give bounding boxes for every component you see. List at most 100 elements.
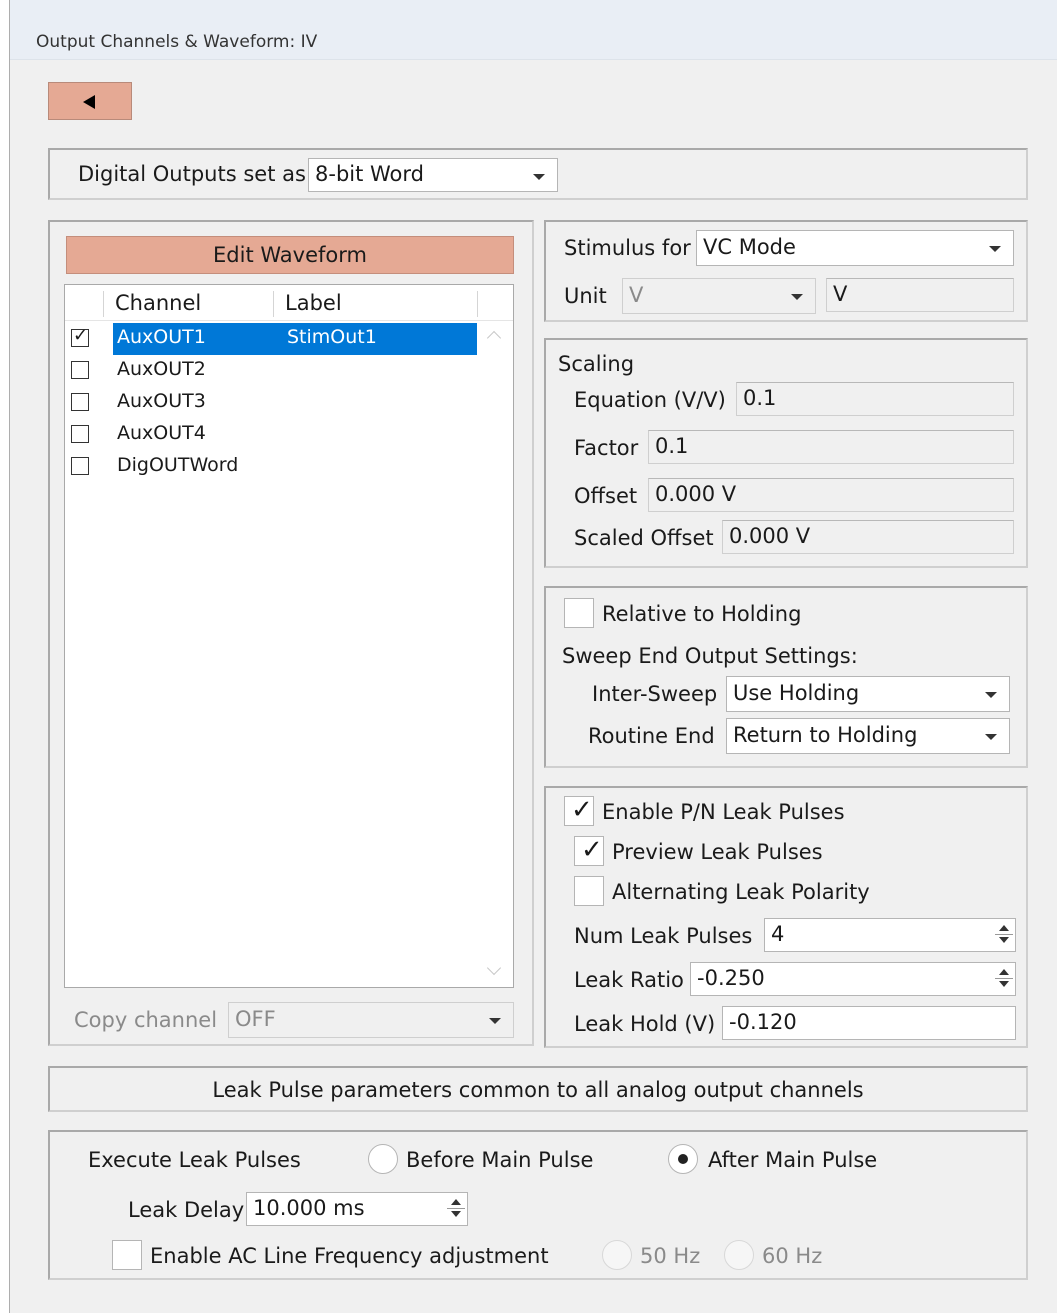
num-leak-pulses-stepper[interactable]: 4 — [764, 918, 1016, 952]
scaled-offset-value: 0.000 V — [729, 524, 811, 548]
channel-row[interactable]: ✓ AuxOUT1 StimOut1 — [65, 323, 477, 355]
channel-label: StimOut1 — [287, 326, 377, 348]
digital-outputs-select[interactable]: 8-bit Word — [308, 158, 558, 192]
scaled-offset-label: Scaled Offset — [574, 526, 714, 550]
radio-selected-dot — [678, 1154, 688, 1164]
after-main-pulse-label: After Main Pulse — [708, 1148, 878, 1172]
channel-row[interactable]: AuxOUT4 — [65, 419, 477, 451]
60hz-label: 60 Hz — [762, 1244, 823, 1268]
offset-label: Offset — [574, 484, 638, 508]
stimulus-select[interactable]: VC Mode — [696, 230, 1014, 266]
channel-row[interactable]: AuxOUT2 — [65, 355, 477, 387]
window-title: Output Channels & Waveform: IV — [36, 32, 318, 52]
unit-label: Unit — [564, 284, 607, 308]
channel-row[interactable]: AuxOUT3 — [65, 387, 477, 419]
execute-leak-panel: Execute Leak Pulses Before Main Pulse Af… — [48, 1130, 1028, 1280]
channel-name: DigOUTWord — [117, 454, 239, 476]
stimulus-label: Stimulus for — [564, 236, 691, 260]
chevron-down-icon — [985, 734, 997, 740]
preview-leak-label: Preview Leak Pulses — [612, 840, 823, 864]
channel-checkbox[interactable] — [71, 425, 89, 443]
preview-leak-checkbox[interactable]: ✓ — [574, 835, 604, 866]
offset-value: 0.000 V — [655, 482, 737, 506]
execute-leak-label: Execute Leak Pulses — [88, 1148, 301, 1172]
leak-ratio-label: Leak Ratio — [574, 968, 684, 992]
channel-checkbox[interactable] — [71, 361, 89, 379]
leak-ratio-stepper[interactable]: -0.250 — [690, 962, 1016, 996]
unit-display-field: V — [826, 278, 1014, 312]
column-header-label[interactable]: Label — [285, 291, 342, 315]
spin-buttons-icon[interactable] — [995, 921, 1013, 949]
60hz-radio[interactable] — [724, 1240, 754, 1270]
stimulus-value: VC Mode — [703, 235, 796, 259]
copy-channel-label: Copy channel — [74, 1008, 218, 1032]
factor-field: 0.1 — [648, 430, 1014, 464]
digital-outputs-panel: Digital Outputs set as 8-bit Word — [48, 148, 1028, 200]
50hz-label: 50 Hz — [640, 1244, 701, 1268]
dialog-window: Output Channels & Waveform: IV Digital O… — [9, 0, 1057, 1313]
alternating-polarity-checkbox[interactable] — [574, 876, 604, 906]
chevron-down-icon — [989, 246, 1001, 252]
edit-waveform-label: Edit Waveform — [213, 243, 367, 267]
leak-pulses-panel: ✓ Enable P/N Leak Pulses ✓ Preview Leak … — [544, 786, 1028, 1048]
equation-label: Equation (V/V) — [574, 388, 726, 412]
channel-checkbox[interactable] — [71, 457, 89, 475]
leak-hold-field[interactable]: -0.120 — [722, 1006, 1016, 1040]
checkmark-icon: ✓ — [581, 835, 603, 865]
alternating-polarity-label: Alternating Leak Polarity — [612, 880, 870, 904]
column-divider — [103, 291, 104, 317]
copy-channel-value: OFF — [235, 1007, 276, 1031]
common-banner-panel: Leak Pulse parameters common to all anal… — [48, 1066, 1028, 1112]
leak-ratio-value: -0.250 — [697, 966, 765, 990]
relative-to-holding-checkbox[interactable] — [564, 598, 594, 628]
channel-checkbox[interactable] — [71, 393, 89, 411]
unit-select[interactable]: V — [622, 278, 816, 314]
chevron-down-icon — [533, 174, 545, 180]
column-header-channel[interactable]: Channel — [115, 291, 201, 315]
channel-list[interactable]: Channel Label ✓ AuxOUT1 StimOut1 AuxOUT2… — [64, 284, 514, 988]
channel-checkbox[interactable]: ✓ — [71, 325, 89, 347]
leak-delay-label: Leak Delay — [128, 1198, 245, 1222]
factor-value: 0.1 — [655, 434, 689, 458]
equation-value: 0.1 — [743, 386, 777, 410]
leak-hold-value: -0.120 — [729, 1010, 797, 1034]
scaled-offset-field: 0.000 V — [722, 520, 1014, 554]
after-main-pulse-radio[interactable] — [668, 1144, 698, 1174]
scroll-up-icon[interactable] — [486, 330, 502, 346]
inter-sweep-select[interactable]: Use Holding — [726, 676, 1010, 712]
inter-sweep-label: Inter-Sweep — [592, 682, 718, 706]
channel-name: AuxOUT1 — [117, 326, 206, 348]
vertical-scrollbar[interactable] — [477, 321, 513, 987]
chevron-down-icon — [489, 1018, 501, 1024]
sweep-end-panel: Relative to Holding Sweep End Output Set… — [544, 586, 1028, 768]
50hz-radio[interactable] — [602, 1240, 632, 1270]
back-button[interactable] — [48, 82, 132, 120]
channel-name: AuxOUT4 — [117, 422, 206, 444]
scroll-down-icon[interactable] — [486, 960, 502, 976]
leak-delay-stepper[interactable]: 10.000 ms — [246, 1192, 468, 1226]
before-main-pulse-radio[interactable] — [368, 1144, 398, 1174]
routine-end-select[interactable]: Return to Holding — [726, 718, 1010, 754]
enable-leak-checkbox[interactable]: ✓ — [564, 795, 594, 826]
channel-list-header: Channel Label — [65, 285, 513, 321]
spin-buttons-icon[interactable] — [447, 1195, 465, 1223]
spin-buttons-icon[interactable] — [995, 965, 1013, 993]
equation-field: 0.1 — [736, 382, 1014, 416]
sweep-end-section-label: Sweep End Output Settings: — [562, 644, 858, 668]
channel-name: AuxOUT2 — [117, 358, 206, 380]
channel-row[interactable]: DigOUTWord — [65, 451, 477, 483]
unit-display-value: V — [833, 282, 848, 306]
ac-line-frequency-checkbox[interactable] — [112, 1240, 142, 1270]
copy-channel-select[interactable]: OFF — [228, 1002, 514, 1038]
edit-waveform-button[interactable]: Edit Waveform — [66, 236, 514, 274]
scaling-title: Scaling — [558, 352, 635, 376]
title-bar: Output Channels & Waveform: IV — [10, 0, 1057, 60]
before-main-pulse-label: Before Main Pulse — [406, 1148, 594, 1172]
leak-hold-label: Leak Hold (V) — [574, 1012, 716, 1036]
enable-leak-label: Enable P/N Leak Pulses — [602, 800, 845, 824]
column-divider — [477, 291, 478, 317]
column-divider — [273, 291, 274, 317]
checkmark-icon: ✓ — [571, 795, 593, 825]
relative-to-holding-label: Relative to Holding — [602, 602, 802, 626]
offset-field: 0.000 V — [648, 478, 1014, 512]
